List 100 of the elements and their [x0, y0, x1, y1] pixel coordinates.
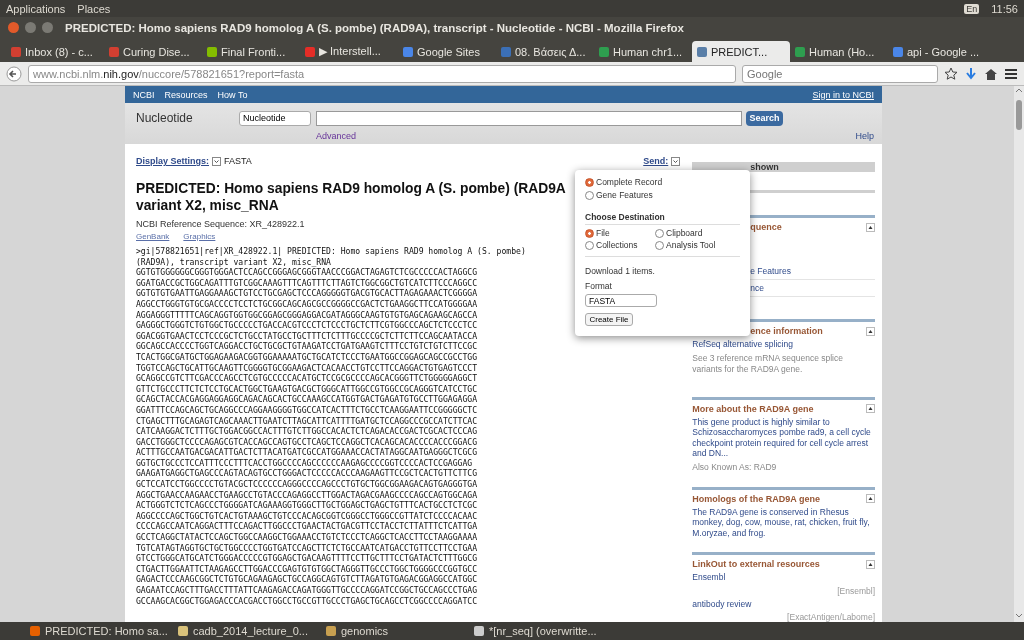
- collapse-icon[interactable]: [866, 404, 875, 413]
- sequence-line: GGATTTCCAGCAGCTGCAGGCCCAGGAAGGGGTGGCCATCACTTTCTGCCTCAAGGAATTCCGGGGGCTC: [136, 404, 478, 416]
- format-label: Format: [585, 281, 613, 291]
- taskbar-item[interactable]: genomics: [326, 625, 466, 637]
- sequence-line: CCCCAGCCAATCAGGACTTTCCAGACTTGGCCCTGAACTACTGACGTTCCTACCTCTTATTTCTCATTGA: [136, 521, 478, 533]
- radio-option[interactable]: File: [585, 228, 655, 238]
- sequence-line: GGTGCTGCCCTCCATTTCCCTTTCACCTGGCCCCAGCCCCCCAAGAGCCCCGGTCCCCACTCCGAGGAG: [136, 457, 473, 469]
- resource-link[interactable]: antibody review: [692, 598, 875, 609]
- collapse-icon[interactable]: [866, 326, 875, 336]
- sequence-line: GCAGCTACCACGAGGAGGAGGCAGACAGCACTGCCAAAGCCATGGTGACTGAGATGTGCCTTGGAGAGGA: [136, 394, 478, 405]
- browser-tab[interactable]: 08. Βάσεις Δ...: [496, 41, 594, 62]
- record-link[interactable]: GenBank: [136, 232, 170, 241]
- close-button[interactable]: [8, 22, 19, 33]
- display-settings-link[interactable]: Display Settings:: [136, 156, 209, 166]
- radio-option[interactable]: Clipboard: [655, 228, 740, 238]
- browser-tab[interactable]: Final Fronti...: [202, 41, 300, 62]
- browser-tab[interactable]: Human (Ho...: [790, 41, 888, 62]
- sequence-line: AGGCCCCAGCTGGCTGTCACTGTAAAGCTGTCCCACAGCGGTCGGGCCTGGGCCGTTATCTCCCCACAAC: [136, 510, 478, 522]
- search-button[interactable]: Search: [746, 110, 783, 126]
- section-title: quence: [750, 222, 782, 232]
- web-search-field[interactable]: Google: [742, 64, 938, 83]
- sequence-line: GACCTGGGCTCCCCAGAGCGTCACCAGCCAGTGCCTCAGCTCCAGGCTCACAGCACACCCCACCCGGACG: [136, 436, 478, 448]
- places-menu[interactable]: Places: [77, 2, 111, 15]
- region-bar[interactable]: shown: [692, 162, 875, 172]
- resource-source: [ExactAntigen/Labome]: [786, 612, 875, 622]
- browser-tab[interactable]: ▶ Interstell...: [300, 41, 398, 62]
- section-title: LinkOut to external resources: [692, 559, 820, 569]
- help-link[interactable]: Help: [855, 131, 874, 141]
- send-link[interactable]: Send:: [643, 156, 669, 166]
- sequence-line: GAGACTCCCAAGCGGCTCTGTGCAGAAGAGCTGCCAGGCAGTGTCTTAGATGTGAGACGGAGGCCATGGC: [136, 574, 478, 585]
- reference-text: NCBI Reference Sequence: XR_428922.1: [136, 219, 306, 229]
- advanced-link[interactable]: Advanced: [316, 131, 746, 141]
- back-icon[interactable]: [6, 65, 22, 82]
- sign-in-link[interactable]: Sign in to NCBI: [812, 89, 874, 100]
- browser-tab[interactable]: Inbox (8) - c...: [6, 41, 104, 62]
- create-file-button[interactable]: Create File: [585, 313, 633, 326]
- radio-option[interactable]: Analysis Tool: [655, 240, 740, 250]
- radio-option[interactable]: Collections: [585, 240, 655, 250]
- sequence-line: CTGACTTGGAATTCTAAGAGCCTTGGACCCGAGTGTGTGGCTAGGGTTGCCCTGGCTGGGGCCCGGTGCC: [136, 563, 478, 575]
- section-title: More about the RAD9A gene: [692, 403, 814, 414]
- collapse-icon[interactable]: [866, 559, 875, 569]
- fasta-header: (RAD9A), transcript variant X2, misc_RNA: [136, 256, 331, 268]
- record-title: PREDICTED: Homo sapiens RAD9 homolog A (S. pombe) (RAD9A: [136, 180, 566, 197]
- resource-source: [Ensembl]: [836, 585, 875, 596]
- header-menu[interactable]: How To: [217, 89, 248, 100]
- section-text: The RAD9A gene is conserved in Rhesus monkey, dog, cow, mouse, rat, chicken, fruit fly, M.oryzae, and frog.: [692, 506, 871, 538]
- download-icon[interactable]: [964, 66, 978, 81]
- sequence-line: GCCTCAGGCTATACTCCAGCTGGCCAAGGCTGGAAACCTGTCTCCCTCAGGCTCACCTTCCTAAGGAAAA: [136, 532, 478, 543]
- sequence-line: GAGAATCCAGCTTTGACCTTTATTCAAGAGACCAGATGGGTTGCCCCAGGATCCGGCTGCCAGCCCTGAG: [136, 585, 478, 596]
- ncbi-logo[interactable]: NCBI: [133, 89, 155, 100]
- star-icon[interactable]: [944, 66, 958, 81]
- browser-tab[interactable]: Curing Dise...: [104, 41, 202, 62]
- sequence-line: GTCCTGGGCATGCATCTGGGACCCCCGTGGAGCTGACAAGTTTTCCTTGCTTTCCTGATACTCTTTGGCG: [136, 553, 478, 564]
- sequence-line: TCACTGGCGATGCTGGAGAAGACGGTGGAAAAATGCTGCATCTCCCTGAATGGCCGGAGCAGCCGCCTGG: [136, 351, 478, 363]
- radio-option[interactable]: Gene Features: [585, 190, 740, 200]
- fasta-header: >gi|578821651|ref|XR_428922.1| PREDICTED: Homo sapiens RAD9 homolog A (S. pombe): [136, 246, 526, 257]
- collapse-icon[interactable]: [866, 222, 875, 232]
- sidebar-link[interactable]: RefSeq alternative splicing: [692, 339, 875, 350]
- browser-tab[interactable]: Google Sites: [398, 41, 496, 62]
- sequence-line: CATCAAGGACTCTTTGCTGGACGGCCACTTTGTCTTGGCCACACTCTCAGACACCGACTCGCACTCCCAG: [136, 426, 478, 437]
- record-link[interactable]: Graphics: [183, 232, 216, 241]
- sequence-line: TGGTCCAGCTGCATTGCAAGTTCGGGGTGCGGAAGACTCACAACCTGTCCTTCCAGGACTGTGAGTCCCT: [136, 362, 478, 374]
- browser-tab[interactable]: Human chr1...: [594, 41, 692, 62]
- sequence-line: AGGAGGGTTTTTCAGCAGGTGGTGGCGGAGCGGGAGGACGATAGGGCAAGTGTGTGAGCAGAAGCAGCCA: [136, 309, 478, 321]
- search-field[interactable]: [316, 110, 742, 126]
- applications-menu[interactable]: Applications: [6, 2, 66, 15]
- sequence-line: AGGCTGAACCAAGAACCTGAAGCCTGTACCCAGAGGCCTTGGACTAGACGAAGCCCCAGCCAGTGGCAGA: [136, 489, 478, 501]
- destination-heading: Choose Destination: [585, 212, 740, 225]
- browser-tab[interactable]: api - Google ...: [888, 41, 986, 62]
- section-title: Homologs of the RAD9A gene: [692, 493, 820, 504]
- radio-option[interactable]: Complete Record: [585, 177, 740, 187]
- menu-icon[interactable]: [1004, 66, 1018, 81]
- section-text: This gene product is highly similar to Schizosaccharomyces pombe rad9, a cell cycle checkpoint protein required for cell cycle arrest and DN...: [692, 416, 872, 459]
- alias-text: Also Known As: RAD9: [692, 461, 778, 473]
- sequence-line: CTGAGCTTTGCAGAGTCAGCAAACTTGAATCTTAGCATTCATTTTGATGCTCCAGGCCCGCCATCTTCAC: [136, 415, 478, 427]
- database-select[interactable]: Nucleotide: [239, 110, 311, 126]
- address-field[interactable]: www.ncbi.nlm.nih.gov/nuccore/578821651?report=fasta: [28, 64, 736, 83]
- browser-tab[interactable]: PREDICT...: [692, 41, 790, 62]
- taskbar-item[interactable]: PREDICTED: Homo sa...: [30, 625, 170, 637]
- window-title: PREDICTED: Homo sapiens RAD9 homolog A (S. pombe) (RAD9A), transcript - Nucleotide - NCBI - Mozilla Firefox: [65, 21, 684, 34]
- dropdown-icon[interactable]: [671, 156, 681, 166]
- clock[interactable]: 11:56: [991, 2, 1018, 15]
- keyboard-indicator[interactable]: En: [964, 3, 980, 14]
- sequence-line: ACTGGGTCTCTCAGCCCTGGGGATCAGAAAGGTGGGCTTGCTGGAGCTGAGCTGTTTCACTGCCTCTCGC: [136, 500, 478, 511]
- collapse-icon[interactable]: [866, 494, 875, 503]
- sequence-line: AGGCCTGGGTGTGCGACCCCTCCTCTGCGGCAGCAGCGCCGGGGCCGACTCTGAAGGCTTCCATGGGGAA: [136, 298, 478, 310]
- database-title: Nucleotide: [136, 111, 194, 125]
- taskbar-item[interactable]: *[nr_seq] (overwritte...: [474, 625, 614, 637]
- sequence-line: GCCAAGCACGGCTGGAGACCCACGACCTGGCCTGCCGTTGCCCTGAGCTGCAGCCTCGGCCCCAGGATCC: [136, 595, 478, 607]
- sequence-line: GAGGGCTGGGTCTGTGGCTGCCCCCTGACCACGTCCCTCTCCCTGCTCTTCGTGGCCCAGCTCTCCCTCC: [136, 320, 478, 331]
- resource-link[interactable]: Ensembl: [692, 572, 875, 583]
- section-text: See 3 reference mRNA sequence splice variants for the RAD9A gene.: [692, 352, 844, 375]
- home-icon[interactable]: [984, 66, 998, 81]
- header-menu[interactable]: Resources: [164, 89, 208, 100]
- format-select[interactable]: FASTA: [585, 294, 657, 307]
- sequence-line: GGTGTGGGGGGCGGGTGGGACTCCAGCCGGGAGCGGGTAACCCGGACTAGAGTCTCGCCCCCACTAGGCG: [136, 267, 478, 278]
- sequence-line: GGTGTGTGAATTGAGGAAAGCTGTCCTGCGAGCTCCCAGGGGGTGACGTGCACTTAGAGAAACTCGGGGA: [136, 288, 478, 299]
- sequence-line: GGATGACCGCTGGCAGATTTGTCGGCAAAGTTTCAGTTTCTTAGTCTGGCGGCTGTCATCTTCCCAGGCC: [136, 277, 478, 289]
- taskbar-item[interactable]: cadb_2014_lecture_0...: [178, 625, 318, 637]
- dropdown-icon[interactable]: [212, 156, 221, 166]
